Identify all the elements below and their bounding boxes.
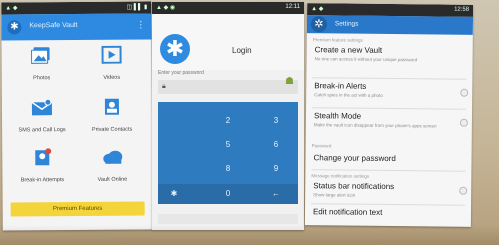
keypad-bottom-row: ✱ 0 ← [158,184,298,204]
status-time: 12:58 [454,6,470,13]
tile-label: Vault Online [97,176,128,183]
key-asterisk[interactable]: ✱ [164,189,184,198]
key-2[interactable]: 2 [218,116,238,125]
tile-private-contacts[interactable]: Private Contacts [77,98,147,133]
password-prompt: Enter your password [158,70,204,76]
setting-title: Stealth Mode [313,111,362,121]
password-input[interactable]: 🔒︎ ☗ [158,76,298,94]
setting-change-password[interactable]: Change your password [314,153,464,164]
divider [311,203,466,206]
tile-label: Photos [33,75,51,82]
premium-features-button[interactable]: Premium Features [10,201,145,217]
setting-break-in-alerts[interactable]: Break-in Alerts Catch spies in the act w… [314,81,464,99]
setting-title: Change your password [313,153,396,164]
android-icon: ☗ [285,76,294,87]
envelope-icon [31,98,53,116]
overflow-menu-icon[interactable]: ⋮ [136,20,145,31]
stealth-mode-toggle[interactable] [459,118,468,127]
key-3[interactable]: 3 [266,116,286,125]
notification-icons: ▲ ◆ [311,6,324,13]
cloud-icon [103,150,123,164]
key-0[interactable]: 0 [218,189,238,198]
login-header: ✱ Login [152,14,304,70]
setting-title: Status bar notifications [313,181,395,192]
tile-photos[interactable]: Photos [7,46,77,81]
app-bar: ✱ KeepSafe Vault ⋮ [1,13,152,41]
phone-home-screen: ▲ ◆ ◫ ▌▌ ▮ ✱ KeepSafe Vault ⋮ Photos Vid… [1,1,153,231]
intruder-icon [35,148,52,166]
tile-label: SMS and Call Logs [18,127,66,134]
divider [311,169,466,172]
section-label: Password [311,143,332,149]
tile-break-in-attempts[interactable]: Break-in Attempts [7,148,77,183]
setting-status-bar-notifications[interactable]: Status bar notifications Show large aler… [313,181,463,199]
video-icon [101,45,122,64]
settings-app-bar: ✲ Settings [306,15,474,35]
settings-title: Settings [334,20,359,28]
section-label: Message notification settings [311,173,370,179]
notification-icons: ▲ ◆ [5,5,18,12]
divider [312,77,467,80]
key-6[interactable]: 6 [266,140,286,149]
gear-icon[interactable]: ✲ [310,16,328,33]
setting-desc: Show large alert icon [313,192,356,198]
contacts-icon [104,98,119,115]
status-time: ◫ ▌▌ ▮ [126,4,148,11]
setting-create-vault[interactable]: Create a new Vault No one can access it … [315,45,465,63]
setting-title: Edit notification text [312,207,383,217]
tile-label: Private Contacts [91,126,133,133]
phone-settings-screen: ▲ ◆ 12:58 ✲ Settings Premium feature set… [304,3,474,227]
tile-vault-online[interactable]: Vault Online [77,148,147,183]
photos-icon [31,47,50,64]
setting-stealth-mode[interactable]: Stealth Mode Make the vault icon disappe… [314,111,464,129]
app-logo-icon: ✱ [7,20,22,35]
tile-videos[interactable]: Videos [77,45,147,81]
setting-desc: No one can access it without your unique… [314,56,418,63]
setting-title: Break-in Alerts [314,81,367,91]
divider [312,107,467,110]
key-5[interactable]: 5 [218,140,238,149]
login-title: Login [232,46,252,55]
phone-login-screen: ▲ ◆ ◉ 12:11 ✱ Login Enter your password … [152,2,304,230]
number-keypad: 2 3 5 6 8 9 ✱ 0 ← [158,102,298,204]
setting-edit-notification-text[interactable]: Edit notification text [313,207,463,218]
premium-features-label: Premium Features [52,205,103,213]
setting-desc: Catch spies in the act with a photo [314,92,383,98]
tile-label: Break-in Attempts [20,177,65,184]
section-label: Premium feature settings [312,37,363,43]
app-title: KeepSafe Vault [29,21,78,30]
break-in-alerts-toggle[interactable] [460,88,469,97]
key-backspace[interactable]: ← [266,189,286,198]
status-bar-notifications-toggle[interactable] [459,186,468,195]
key-8[interactable]: 8 [218,164,238,173]
bottom-bar [158,214,298,224]
app-logo-icon: ✱ [160,34,190,64]
setting-title: Create a new Vault [314,45,383,55]
lock-icon: 🔒︎ [162,83,166,90]
photo-shadow [0,225,499,245]
key-9[interactable]: 9 [266,164,286,173]
setting-desc: Make the vault icon disappear from your … [313,122,437,129]
notification-icons: ▲ ◆ ◉ [156,5,176,11]
tile-label: Videos [103,74,121,81]
tile-sms-call-logs[interactable]: SMS and Call Logs [7,98,77,133]
status-bar: ▲ ◆ ◉ 12:11 [152,2,304,14]
status-time: 12:11 [285,4,300,10]
status-bar: ▲ ◆ ◫ ▌▌ ▮ [1,1,152,15]
